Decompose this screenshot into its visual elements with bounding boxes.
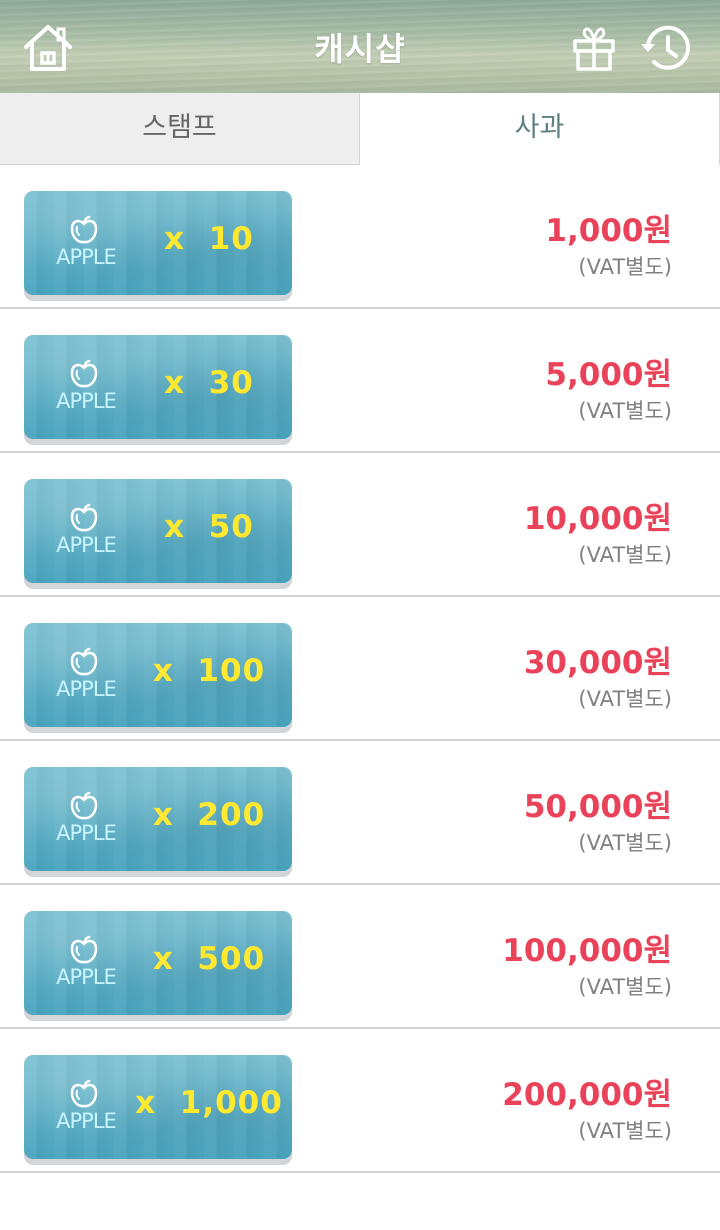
list-item: APPLE x 50 10,000원 (VAT별도) — [0, 453, 720, 597]
price-label: 50,000원 — [523, 789, 672, 825]
tab-stamp[interactable]: 스탬프 — [0, 93, 360, 165]
apple-icon — [70, 1079, 98, 1108]
price-label: 1,000원 — [545, 213, 672, 249]
list-item: APPLE x 1,000 200,000원 (VAT별도) — [0, 1029, 720, 1173]
buy-apple-10-button[interactable]: APPLE x 10 — [24, 191, 292, 295]
gift-button[interactable] — [566, 20, 622, 76]
buy-apple-30-button[interactable]: APPLE x 30 — [24, 335, 292, 439]
price-label: 5,000원 — [545, 357, 672, 393]
list-item: APPLE x 10 1,000원 (VAT별도) — [0, 165, 720, 309]
apple-label: APPLE — [56, 821, 117, 845]
apple-icon — [70, 647, 98, 676]
apple-label: APPLE — [56, 965, 117, 989]
apple-icon — [70, 215, 98, 244]
quantity-label: x 50 — [164, 509, 254, 545]
list-item: APPLE x 200 50,000원 (VAT별도) — [0, 741, 720, 885]
list-item: APPLE x 100 30,000원 (VAT별도) — [0, 597, 720, 741]
history-button[interactable] — [638, 20, 694, 76]
tab-apple[interactable]: 사과 — [360, 93, 720, 165]
product-list: APPLE x 10 1,000원 (VAT별도) APPLE x 30 5,0… — [0, 165, 720, 1173]
vat-note: (VAT별도) — [578, 1119, 672, 1143]
quantity-label: x 100 — [152, 653, 266, 689]
apple-label: APPLE — [56, 389, 117, 413]
apple-icon — [70, 503, 98, 532]
buy-apple-1000-button[interactable]: APPLE x 1,000 — [24, 1055, 292, 1159]
vat-note: (VAT별도) — [578, 399, 672, 423]
price-label: 10,000원 — [523, 501, 672, 537]
buy-apple-100-button[interactable]: APPLE x 100 — [24, 623, 292, 727]
buy-apple-500-button[interactable]: APPLE x 500 — [24, 911, 292, 1015]
vat-note: (VAT별도) — [578, 543, 672, 567]
app-header: 캐시샵 — [0, 0, 720, 93]
buy-apple-50-button[interactable]: APPLE x 50 — [24, 479, 292, 583]
quantity-label: x 500 — [152, 941, 266, 977]
tab-bar: 스탬프 사과 — [0, 93, 720, 165]
quantity-label: x 30 — [164, 365, 254, 401]
history-icon — [641, 25, 690, 70]
apple-icon — [70, 359, 98, 388]
vat-note: (VAT별도) — [578, 687, 672, 711]
list-item: APPLE x 500 100,000원 (VAT별도) — [0, 885, 720, 1029]
price-label: 30,000원 — [523, 645, 672, 681]
list-item: APPLE x 30 5,000원 (VAT별도) — [0, 309, 720, 453]
apple-label: APPLE — [56, 245, 117, 269]
apple-icon — [70, 791, 98, 820]
apple-label: APPLE — [56, 1109, 117, 1133]
quantity-label: x 200 — [152, 797, 266, 833]
buy-apple-200-button[interactable]: APPLE x 200 — [24, 767, 292, 871]
quantity-label: x 10 — [164, 221, 254, 257]
quantity-label: x 1,000 — [135, 1085, 283, 1121]
vat-note: (VAT별도) — [578, 975, 672, 999]
price-label: 200,000원 — [502, 1077, 672, 1113]
apple-label: APPLE — [56, 533, 117, 557]
apple-label: APPLE — [56, 677, 117, 701]
apple-icon — [70, 935, 98, 964]
gift-icon — [573, 27, 615, 71]
vat-note: (VAT별도) — [578, 255, 672, 279]
price-label: 100,000원 — [502, 933, 672, 969]
vat-note: (VAT별도) — [578, 831, 672, 855]
